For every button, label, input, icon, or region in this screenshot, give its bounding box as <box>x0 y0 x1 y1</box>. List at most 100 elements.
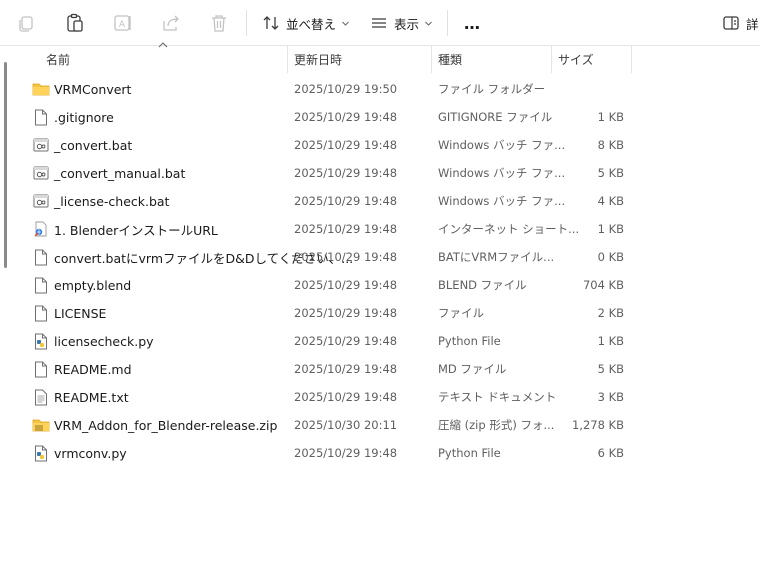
file-type: Python File <box>438 334 501 348</box>
file-type: Windows バッチ ファ... <box>438 194 566 208</box>
file-size: 1 KB <box>597 110 624 124</box>
file-modified-date: 2025/10/29 19:48 <box>294 390 398 404</box>
file-size: 8 KB <box>597 138 624 152</box>
column-header-size-label: サイズ <box>558 53 594 67</box>
file-name: empty.blend <box>54 277 132 293</box>
file-modified-date: 2025/10/29 19:48 <box>294 362 398 376</box>
file-modified-date: 2025/10/30 20:11 <box>294 418 398 432</box>
file-modified-date: 2025/10/29 19:48 <box>294 334 398 348</box>
file-list: VRMConvert 2025/10/29 19:50 ファイル フォルダー .git… <box>0 75 760 467</box>
more-options-icon: … <box>464 13 481 33</box>
toolbar-divider <box>246 10 247 36</box>
file-modified-date: 2025/10/29 19:50 <box>294 82 398 96</box>
details-pane-button[interactable]: 詳 <box>722 10 759 36</box>
file-modified-date: 2025/10/29 19:48 <box>294 166 398 180</box>
file-row[interactable]: LICENSE 2025/10/29 19:48 ファイル 2 KB <box>0 299 760 327</box>
file-modified-date: 2025/10/29 19:48 <box>294 138 398 152</box>
column-header-name[interactable]: 名前 <box>46 46 70 73</box>
file-size: 4 KB <box>597 194 624 208</box>
column-header-date-label: 更新日時 <box>294 53 343 67</box>
column-header-name-label: 名前 <box>46 53 71 67</box>
file-type: Windows バッチ ファ... <box>438 166 566 180</box>
sort-button[interactable]: 並べ替え <box>262 10 350 36</box>
column-header-type[interactable]: 種類 <box>438 46 462 73</box>
file-name: vrmconv.py <box>54 445 127 461</box>
file-row[interactable]: licensecheck.py 2025/10/29 19:48 Python Fi… <box>0 327 760 355</box>
file-row[interactable]: _convert_manual.bat 2025/10/29 19:48 Windo… <box>0 159 760 187</box>
column-divider[interactable] <box>551 46 552 73</box>
file-modified-date: 2025/10/29 19:48 <box>294 306 398 320</box>
file-type: BATにVRMファイル... <box>438 250 555 264</box>
file-row[interactable]: .gitignore 2025/10/29 19:48 GITIGNORE ファイル… <box>0 103 760 131</box>
rename-icon[interactable]: A <box>112 12 134 34</box>
file-name: README.txt <box>54 389 129 405</box>
file-type: Windows バッチ ファ... <box>438 138 566 152</box>
file-type: Python File <box>438 446 501 460</box>
file-row[interactable]: VRMConvert 2025/10/29 19:50 ファイル フォルダー <box>0 75 760 103</box>
details-pane-label: 詳 <box>746 16 759 32</box>
file-row[interactable]: VRM_Addon_for_Blender-release.zip 2025/10… <box>0 411 760 439</box>
file-name: VRM_Addon_for_Blender-release.zip <box>54 417 278 433</box>
file-modified-date: 2025/10/29 19:48 <box>294 194 398 208</box>
column-divider[interactable] <box>431 46 432 73</box>
file-modified-date: 2025/10/29 19:48 <box>294 110 398 124</box>
view-button[interactable]: 表示 <box>370 10 433 36</box>
internet-shortcut-icon <box>32 215 50 243</box>
column-header-size[interactable]: サイズ <box>558 46 594 73</box>
file-row[interactable]: _convert.bat 2025/10/29 19:48 Windows バッチ … <box>0 131 760 159</box>
command-bar: A 並べ替え 表示 … 詳 <box>0 0 760 46</box>
text-file-icon <box>32 383 50 411</box>
file-size: 1 KB <box>597 222 624 236</box>
file-icon <box>32 271 50 299</box>
file-modified-date: 2025/10/29 19:48 <box>294 278 398 292</box>
file-modified-date: 2025/10/29 19:48 <box>294 446 398 460</box>
file-type: 圧縮 (zip 形式) フォ... <box>438 418 555 432</box>
copy-icon[interactable] <box>16 12 38 34</box>
file-size: 1,278 KB <box>571 418 624 432</box>
file-name: .gitignore <box>54 109 114 125</box>
file-size: 2 KB <box>597 306 624 320</box>
more-options-button[interactable]: … <box>464 10 481 36</box>
file-size: 0 KB <box>597 250 624 264</box>
zip-folder-icon <box>32 411 50 439</box>
file-row[interactable]: README.md 2025/10/29 19:48 MD ファイル 5 KB <box>0 355 760 383</box>
share-icon[interactable] <box>160 12 182 34</box>
file-icon <box>32 299 50 327</box>
file-row[interactable]: convert.batにvrmファイルをD&Dしてください、... 2025/10… <box>0 243 760 271</box>
batch-file-icon <box>32 187 50 215</box>
file-name: VRMConvert <box>54 81 132 97</box>
file-icon <box>32 243 50 271</box>
column-divider[interactable] <box>631 46 632 73</box>
toolbar-divider <box>447 10 448 36</box>
file-row[interactable]: 1. BlenderインストールURL 2025/10/29 19:48 インターネ… <box>0 215 760 243</box>
file-row[interactable]: vrmconv.py 2025/10/29 19:48 Python File 6 K… <box>0 439 760 467</box>
file-name: _convert.bat <box>54 137 133 153</box>
chevron-down-icon <box>425 21 432 26</box>
file-modified-date: 2025/10/29 19:48 <box>294 250 398 264</box>
file-name: _license-check.bat <box>54 193 170 209</box>
file-name: 1. BlenderインストールURL <box>54 222 218 238</box>
file-size: 5 KB <box>597 362 624 376</box>
column-header-row: 名前 更新日時 種類 サイズ <box>0 46 760 73</box>
file-type: MD ファイル <box>438 362 507 376</box>
file-type: ファイル フォルダー <box>438 82 546 96</box>
file-size: 5 KB <box>597 166 624 180</box>
file-type: GITIGNORE ファイル <box>438 110 553 124</box>
file-name: README.md <box>54 361 132 377</box>
column-header-date[interactable]: 更新日時 <box>294 46 342 73</box>
sort-label: 並べ替え <box>286 16 337 32</box>
file-row[interactable]: README.txt 2025/10/29 19:48 テキスト ドキュメント 3 K… <box>0 383 760 411</box>
view-icon <box>372 18 386 28</box>
column-divider[interactable] <box>287 46 288 73</box>
batch-file-icon <box>32 159 50 187</box>
file-row[interactable]: empty.blend 2025/10/29 19:48 BLEND ファイル 704… <box>0 271 760 299</box>
delete-icon[interactable] <box>208 12 230 34</box>
file-type: ファイル <box>438 306 484 320</box>
file-size: 3 KB <box>597 390 624 404</box>
svg-text:A: A <box>119 20 126 30</box>
paste-icon[interactable] <box>64 12 86 34</box>
python-file-icon <box>32 439 50 467</box>
file-row[interactable]: _license-check.bat 2025/10/29 19:48 Window… <box>0 187 760 215</box>
file-name: licensecheck.py <box>54 333 154 349</box>
file-type: テキスト ドキュメント <box>438 390 557 404</box>
